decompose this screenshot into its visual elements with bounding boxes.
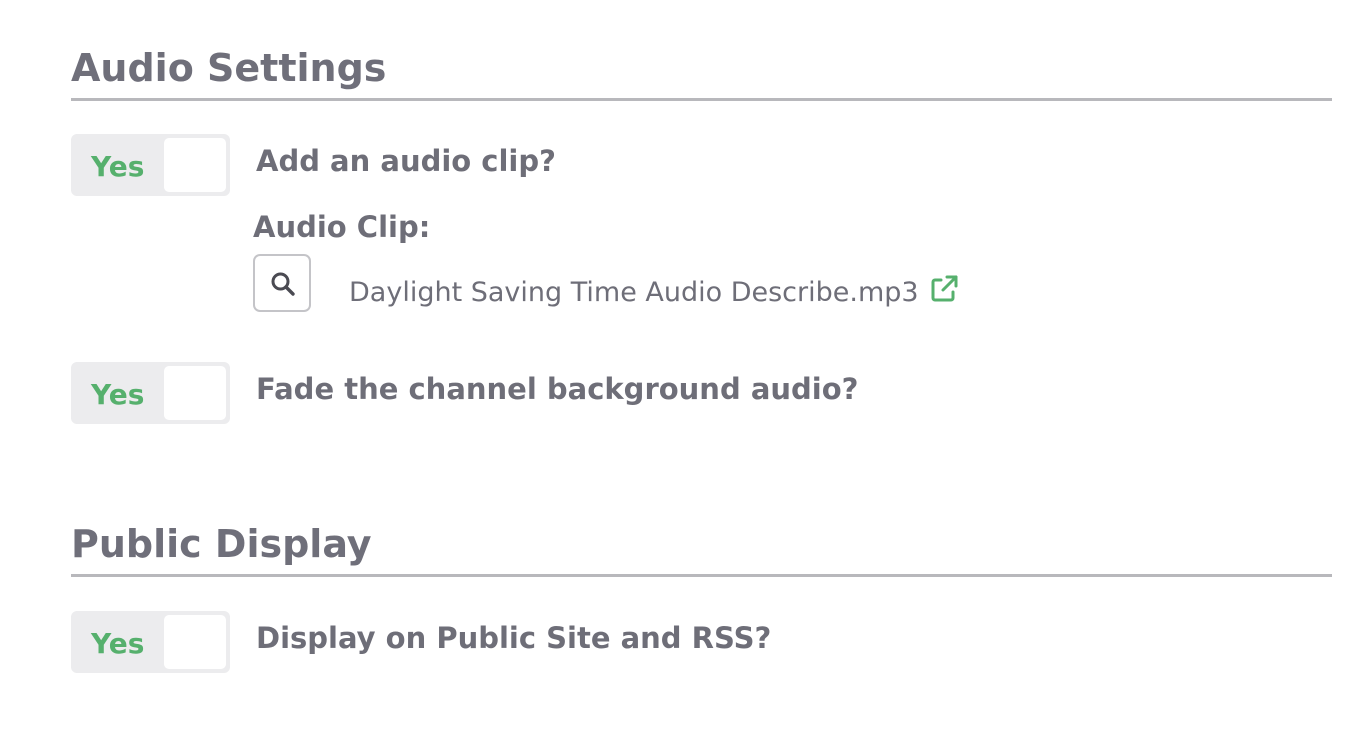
- audio-clip-search-button[interactable]: [253, 254, 311, 312]
- display-public-toggle-knob: [164, 615, 226, 669]
- search-icon: [271, 272, 295, 296]
- add-audio-clip-toggle-label: Yes: [91, 150, 145, 183]
- fade-background-audio-toggle-label: Yes: [91, 378, 145, 411]
- add-audio-clip-question: Add an audio clip?: [256, 144, 556, 178]
- add-audio-clip-toggle-knob: [164, 138, 226, 192]
- external-link-icon[interactable]: [929, 274, 959, 304]
- public-display-divider: [71, 574, 1332, 577]
- display-public-toggle-label: Yes: [91, 627, 145, 660]
- add-audio-clip-toggle[interactable]: Yes: [71, 134, 230, 196]
- audio-settings-section: Audio Settings: [71, 44, 1332, 101]
- display-public-question: Display on Public Site and RSS?: [256, 621, 772, 655]
- audio-clip-label: Audio Clip:: [253, 210, 431, 244]
- fade-background-audio-toggle-knob: [164, 366, 226, 420]
- fade-background-audio-toggle[interactable]: Yes: [71, 362, 230, 424]
- public-display-title: Public Display: [71, 522, 372, 566]
- public-display-section: Public Display: [71, 520, 1332, 577]
- audio-settings-title: Audio Settings: [71, 46, 387, 90]
- fade-background-audio-question: Fade the channel background audio?: [256, 372, 859, 406]
- display-public-toggle[interactable]: Yes: [71, 611, 230, 673]
- audio-settings-divider: [71, 98, 1332, 101]
- audio-clip-file-name: Daylight Saving Time Audio Describe.mp3: [349, 277, 919, 308]
- audio-clip-file-row: Daylight Saving Time Audio Describe.mp3: [349, 275, 959, 311]
